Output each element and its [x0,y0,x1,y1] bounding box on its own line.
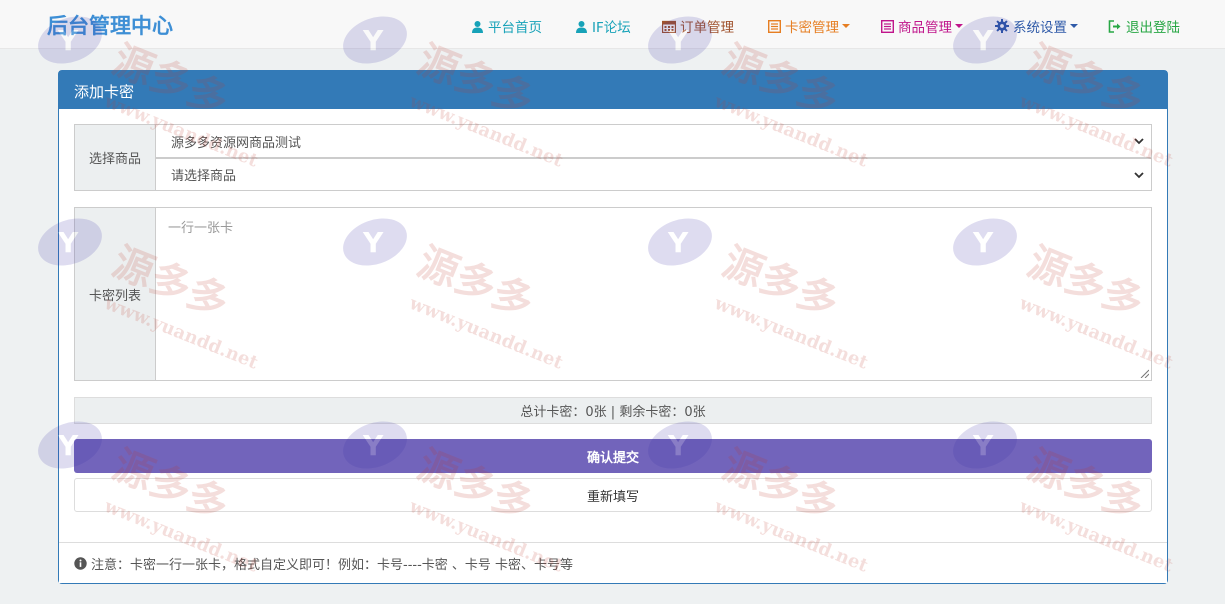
nav-orders-label: 订单管理 [680,20,734,36]
chevron-down-icon [1134,171,1144,178]
chevron-down-icon [1134,138,1144,145]
card-list-textarea[interactable]: 一行一张卡 [155,207,1152,381]
info-circle-icon [74,556,87,570]
nav-home-label: 平台首页 [488,20,542,36]
calendar-icon [662,20,676,33]
card-count-summary: 总计卡密：0张 | 剩余卡密：0张 [74,397,1152,424]
category-select[interactable]: 源多多资源网商品测试 [155,124,1152,158]
product-select[interactable]: 请选择商品 [155,158,1152,191]
nav-home[interactable]: 平台首页 [471,16,542,36]
nav-settings-label: 系统设置 [1013,20,1067,36]
resize-handle-icon[interactable] [1140,369,1149,378]
nav-products-dropdown[interactable]: 商品管理 [881,16,963,36]
caret-down-icon [955,24,963,28]
user-icon [576,20,587,33]
gear-icon [995,19,1009,33]
user-icon [472,20,483,33]
category-select-value: 源多多资源网商品测试 [171,135,302,151]
nav-forum-label: IF论坛 [592,20,631,36]
nav-forum[interactable]: IF论坛 [575,16,631,36]
top-navbar: 后台管理中心 平台首页 IF论坛 订单管理 卡密管理 商品管理 系统设置 退出登… [0,0,1225,49]
caret-down-icon [1070,24,1078,28]
nav-logout[interactable]: 退出登陆 [1108,16,1180,36]
select-product-label: 选择商品 [74,124,156,191]
nav-cards-label: 卡密管理 [785,20,839,36]
card-list-placeholder: 一行一张卡 [168,221,234,236]
product-select-value: 请选择商品 [171,169,237,184]
submit-button[interactable]: 确认提交 [74,439,1152,473]
nav-logout-label: 退出登陆 [1126,20,1180,36]
panel-title: 添加卡密 [59,71,1167,109]
nav-settings-dropdown[interactable]: 系统设置 [995,16,1078,36]
nav-orders[interactable]: 订单管理 [662,16,734,36]
list-alt-icon [881,19,894,33]
nav-cards-dropdown[interactable]: 卡密管理 [768,16,850,36]
note-text: 注意：卡密一行一张卡，格式自定义即可！例如：卡号----卡密 、卡号 卡密、卡号… [91,557,574,573]
brand-title[interactable]: 后台管理中心 [47,10,173,40]
list-alt-icon [768,19,781,33]
logout-icon [1108,19,1121,33]
card-list-label: 卡密列表 [74,207,156,381]
add-card-panel: 添加卡密 选择商品 源多多资源网商品测试 请选择商品 卡密列表 一行一张卡 总计… [58,70,1168,584]
nav-products-label: 商品管理 [898,20,952,36]
caret-down-icon [842,24,850,28]
panel-footer-note: 注意：卡密一行一张卡，格式自定义即可！例如：卡号----卡密 、卡号 卡密、卡号… [59,542,1167,583]
reset-button[interactable]: 重新填写 [74,478,1152,512]
